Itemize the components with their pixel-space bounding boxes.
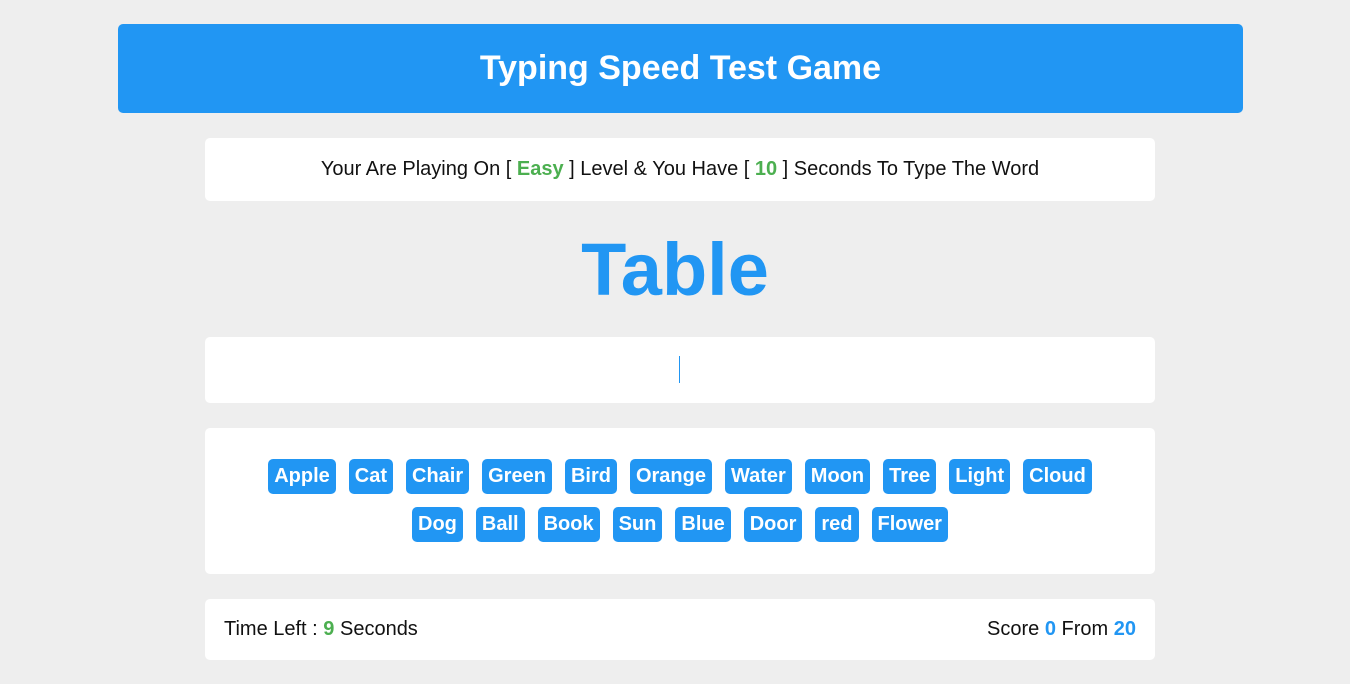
word-chip: Orange <box>629 459 712 494</box>
time-left: Time Left : 9 Seconds <box>224 618 418 641</box>
level-message: Your Are Playing On [ Easy ] Level & You… <box>205 138 1155 201</box>
text-caret <box>679 356 680 383</box>
message-suffix: ] Seconds To Type The Word <box>777 158 1040 180</box>
word-chip: Light <box>949 459 1011 494</box>
level-name: Easy <box>516 158 564 180</box>
score-label: Score <box>987 618 1045 640</box>
page-title: Typing Speed Test Game <box>479 49 882 87</box>
word-chip: Apple <box>268 459 336 494</box>
from-label: From <box>1055 618 1114 640</box>
word-chip: Bird <box>564 459 617 494</box>
word-chip: red <box>815 507 859 542</box>
word-chip: Water <box>724 459 792 494</box>
message-middle: ] Level & You Have [ <box>563 158 755 180</box>
score-total: 20 <box>1113 618 1136 640</box>
word-chip: Tree <box>883 459 937 494</box>
word-chip: Door <box>743 507 803 542</box>
word-input[interactable] <box>205 337 1159 405</box>
word-chip: Green <box>482 459 552 494</box>
word-chip: Cloud <box>1023 459 1092 494</box>
word-chip: Chair <box>406 459 470 494</box>
control-bar: Time Left : 9 Seconds Score 0 From 20 <box>205 599 1155 660</box>
level-seconds: 10 <box>754 158 778 180</box>
word-chip: Moon <box>804 459 871 494</box>
message-prefix: Your Are Playing On [ <box>320 158 517 180</box>
score-value: 0 <box>1044 618 1056 640</box>
upcoming-words: Apple Cat Chair Green Bird Orange Water Moon Tre… <box>205 428 1155 574</box>
word-chip: Blue <box>675 507 731 542</box>
word-chip: Cat <box>348 459 393 494</box>
time-label: Time Left : <box>224 618 324 640</box>
word-chip: Flower <box>871 507 948 542</box>
word-chip: Ball <box>475 507 525 542</box>
time-unit: Seconds <box>334 618 418 640</box>
header: Typing Speed Test Game <box>118 24 1243 113</box>
word-chip: Book <box>537 507 600 542</box>
current-word: Table <box>581 228 769 311</box>
time-value: 9 <box>323 618 335 640</box>
word-chip: Sun <box>612 507 663 542</box>
input-card <box>205 337 1159 405</box>
score: Score 0 From 20 <box>987 618 1136 641</box>
word-chip: Dog <box>412 507 463 542</box>
